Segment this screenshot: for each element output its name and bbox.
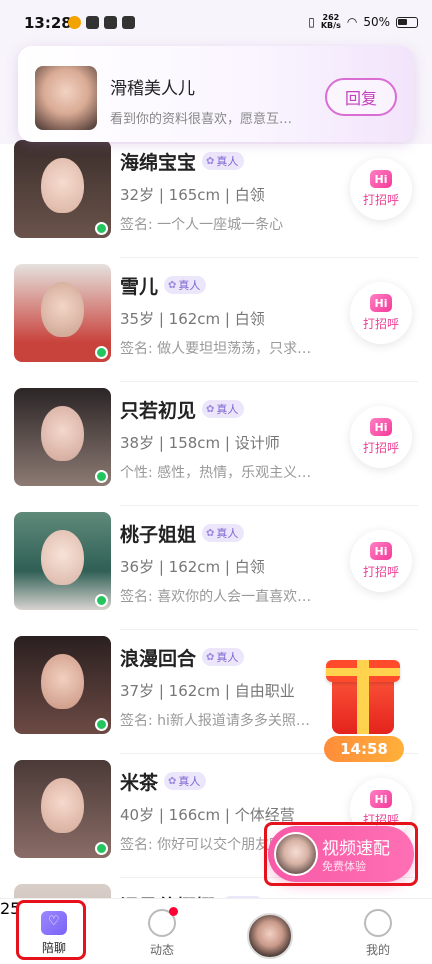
hi-icon: Hi [370,294,392,312]
user-name: 浪漫回合 [120,648,197,670]
hi-icon: Hi [370,170,392,188]
user-name: 雪儿 [120,276,159,298]
user-name: 桃子姐姐 [120,524,197,546]
user-signature: 签名: 喜欢你的人会一直喜欢… [120,589,312,605]
net-speed-unit: KB/s [320,21,341,30]
tab-mine[interactable]: 我的 [324,899,432,964]
flower-icon: ✿ [168,279,177,291]
verified-text: 真人 [216,527,239,540]
status-bar: 13:28 ▯ 262 KB/s ◠ 50% [0,0,432,48]
gift-box-widget[interactable]: 14:58 [324,658,404,764]
tab-label: 动态 [149,943,174,957]
verified-text: 真人 [178,279,201,292]
user-signature: 签名: 做人要坦坦荡荡，只求… [120,341,312,357]
gift-countdown: 14:58 [324,736,404,762]
battery-icon [396,16,418,28]
online-indicator [95,222,108,235]
verified-text: 真人 [216,403,239,416]
verified-text: 真人 [216,651,239,664]
greet-label: 打招呼 [362,565,399,579]
flower-icon: ✿ [168,775,177,787]
hi-icon: Hi [370,790,392,808]
hi-icon: Hi [370,418,392,436]
user-info: 37岁 | 162cm | 自由职业 [120,682,295,700]
greet-button[interactable]: Hi 打招呼 [350,282,412,344]
greet-label: 打招呼 [362,441,399,455]
verified-badge: ✿真人 [202,648,245,666]
sender-avatar [35,66,97,130]
user-name: 海绵宝宝 [120,152,197,174]
user-signature: 个性: 感性，热情，乐观主义… [120,465,312,481]
verified-badge: ✿真人 [202,400,245,418]
flower-icon: ✿ [206,527,215,539]
grid-app-icon [104,16,117,29]
highlight-box-chat-tab [16,900,86,960]
greet-button[interactable]: Hi 打招呼 [350,406,412,468]
message-preview: 看到你的资料很喜欢，愿意互… [110,112,293,127]
wifi-icon: ◠ [346,15,358,29]
tab-moments[interactable]: 动态 [108,899,216,964]
online-indicator [95,718,108,731]
vibrate-icon: ▯ [308,15,315,29]
weibo-icon [68,16,81,29]
user-name: 米茶 [120,772,159,794]
verified-badge: ✿真人 [202,152,245,170]
planet-icon [148,907,178,937]
battery-text: 50% [363,15,390,29]
verified-badge: ✿真人 [202,524,245,542]
greet-label: 打招呼 [362,317,399,331]
unread-dot [169,907,178,916]
list-item[interactable]: 桃子姐姐 ✿ 真人 36岁 | 162cm | 白领 签名: 喜欢你的人会一直喜欢… [0,506,432,630]
verified-text: 真人 [178,775,201,788]
online-indicator [95,470,108,483]
message-notification-banner[interactable]: 滑稽美人儿 看到你的资料很喜欢，愿意互… 回复 [18,46,414,142]
user-signature: 签名: 一个人一座城一条心 [120,217,284,233]
hi-icon: Hi [370,542,392,560]
status-right: ▯ 262 KB/s ◠ 50% [308,14,418,30]
gift-ribbon [326,668,400,676]
message-icon [122,16,135,29]
tab-messages[interactable] [216,899,324,964]
online-indicator [95,842,108,855]
highlight-box-video-match [264,822,418,886]
user-info: 35岁 | 162cm | 白领 [120,310,265,328]
online-indicator [95,346,108,359]
notification-icons [68,16,135,29]
message-avatar-icon [247,913,293,959]
flower-icon: ✿ [206,651,215,663]
user-signature: 签名: hi新人报道请多多关照… [120,713,310,729]
greet-button[interactable]: Hi 打招呼 [350,158,412,220]
list-item[interactable]: 海绵宝宝 ✿ 真人 32岁 | 165cm | 白领 签名: 一个人一座城一条心 … [0,134,432,258]
greet-label: 打招呼 [362,193,399,207]
verified-badge: ✿真人 [164,772,207,790]
status-time: 13:28 [24,14,72,32]
app-screen: 13:28 ▯ 262 KB/s ◠ 50% 滑稽美人儿 看到你的资料很喜欢，愿… [0,0,432,964]
user-info: 32岁 | 165cm | 白领 [120,186,265,204]
verified-badge: ✿真人 [164,276,207,294]
verified-text: 真人 [216,155,239,168]
list-item[interactable]: 只若初见 ✿ 真人 38岁 | 158cm | 设计师 个性: 感性，热情，乐观主… [0,382,432,506]
net-speed: 262 KB/s [321,14,341,30]
flower-icon: ✿ [206,403,215,415]
app-icon [86,16,99,29]
user-info: 36岁 | 162cm | 白领 [120,558,265,576]
user-name: 只若初见 [120,400,197,422]
tab-label: 我的 [365,943,390,957]
user-info: 38岁 | 158cm | 设计师 [120,434,280,452]
sender-name: 滑稽美人儿 [110,79,195,99]
list-item[interactable]: 雪儿 ✿ 真人 35岁 | 162cm | 白领 签名: 做人要坦坦荡荡，只求… … [0,258,432,382]
flower-icon: ✿ [206,155,215,167]
user-signature: 签名: 你好可以交个朋友吗 [120,837,284,853]
profile-icon [364,909,392,937]
reply-button[interactable]: 回复 [325,78,397,116]
greet-button[interactable]: Hi 打招呼 [350,530,412,592]
online-indicator [95,594,108,607]
